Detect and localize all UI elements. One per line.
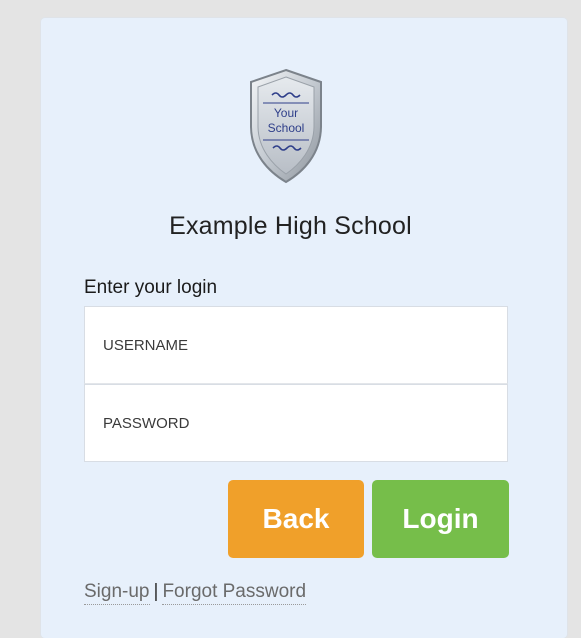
password-input[interactable] xyxy=(85,385,507,461)
login-prompt-label: Enter your login xyxy=(84,277,218,298)
username-input[interactable] xyxy=(85,307,507,383)
login-button[interactable]: Login xyxy=(372,480,509,558)
crest-text-school: School xyxy=(268,121,305,135)
school-name-heading: Example High School xyxy=(169,212,412,240)
school-crest-logo: Your School xyxy=(250,68,322,184)
account-links: Sign-up | Forgot Password xyxy=(84,581,307,605)
crest-text-your: Your xyxy=(274,106,298,120)
forgot-password-link[interactable]: Forgot Password xyxy=(162,581,307,605)
link-separator: | xyxy=(153,581,159,602)
password-field[interactable] xyxy=(84,384,508,462)
back-button[interactable]: Back xyxy=(228,480,364,558)
username-field[interactable] xyxy=(84,306,508,384)
signup-link[interactable]: Sign-up xyxy=(84,581,150,605)
